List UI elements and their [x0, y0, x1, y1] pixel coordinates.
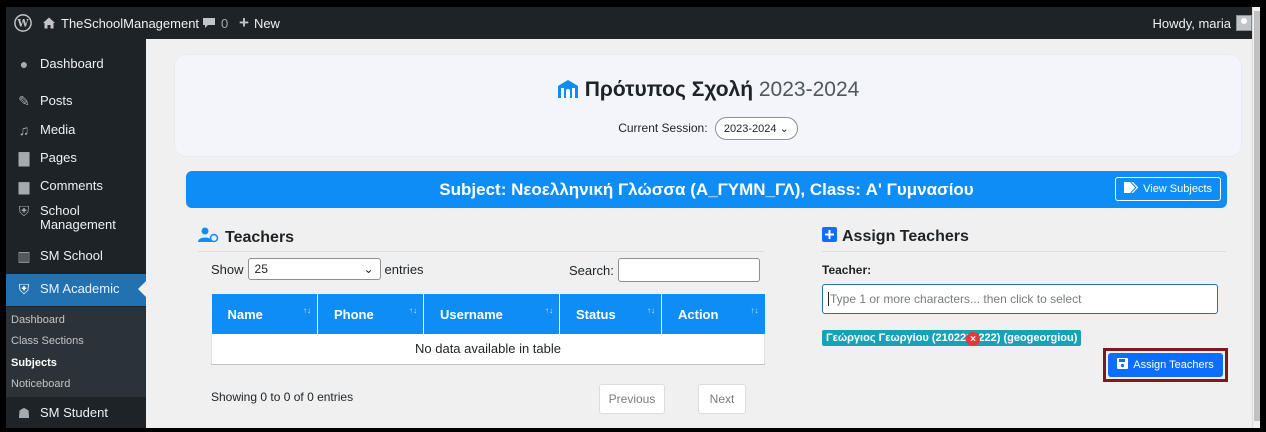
sidebar-item-pages[interactable]: ▇ Pages — [6, 148, 146, 172]
comments-count: 0 — [221, 15, 229, 31]
table-info: Showing 0 to 0 of 0 entries — [211, 390, 354, 404]
scrollbar-thumb[interactable] — [1254, 11, 1260, 421]
sidebar-item-media[interactable]: ♫ Media — [6, 120, 146, 144]
submenu-item-subjects[interactable]: Subjects — [11, 357, 57, 369]
tags-icon — [1124, 181, 1139, 196]
view-subjects-button[interactable]: View Subjects — [1115, 177, 1221, 201]
session-select[interactable]: 2023-2024 ⌄ — [714, 117, 798, 140]
comments-icon: ▆ — [18, 177, 30, 194]
browser-frame: W TheSchoolManagement 0 + New Howdy, mar… — [6, 7, 1260, 428]
page-scrollbar[interactable] — [1252, 7, 1260, 428]
graduation-cap-icon: ⛨ — [18, 280, 30, 297]
column-header-phone[interactable]: Phone ↑↓ — [317, 294, 424, 334]
column-header-action[interactable]: Action ↑↓ — [661, 294, 765, 334]
teachers-heading: Teachers — [198, 227, 294, 248]
submenu-item-noticeboard[interactable]: Noticeboard — [11, 378, 70, 390]
sidebar-submenu: Dashboard Class Sections Subjects Notice… — [6, 307, 146, 397]
sort-icon: ↑↓ — [409, 306, 417, 315]
text-caret — [828, 292, 829, 306]
school-icon: ⛨ — [18, 202, 30, 219]
entries-select[interactable]: 25 ⌄ — [247, 258, 381, 280]
sidebar-item-posts[interactable]: ✎ Posts — [6, 91, 146, 115]
students-icon: ☗ — [17, 404, 31, 421]
session-row: Current Session: 2023-2024 ⌄ — [175, 117, 1241, 140]
teachers-table: Name ↑↓ Phone ↑↓ Username ↑↓ Status ↑↓ Actio… — [211, 294, 765, 365]
plus-square-icon — [822, 227, 837, 247]
next-page-button[interactable]: Next — [698, 384, 746, 414]
divider — [198, 251, 764, 252]
school-name: Πρότυπος Σχολή — [584, 78, 754, 101]
entries-length-control: Show 25 ⌄ entries — [211, 258, 424, 280]
teacher-input-placeholder: Type 1 or more characters... then click … — [830, 292, 1082, 306]
assign-teachers-button[interactable]: Assign Teachers — [1108, 353, 1223, 377]
wordpress-logo-icon[interactable]: W — [14, 7, 32, 39]
column-header-name[interactable]: Name ↑↓ — [211, 294, 318, 334]
chevron-down-icon: ⌄ — [779, 123, 789, 135]
table-search: Search: — [569, 258, 760, 282]
new-content-link[interactable]: + New — [239, 7, 280, 39]
home-icon — [42, 16, 56, 30]
site-name: TheSchoolManagement — [61, 15, 200, 31]
school-year: 2023-2024 — [758, 78, 860, 101]
school-title: Πρότυπος Σχολή 2023-2024 — [175, 78, 1241, 105]
sort-icon: ↑↓ — [647, 306, 655, 315]
school-building-icon — [557, 79, 579, 105]
dashboard-icon: ● — [19, 56, 29, 72]
assign-teachers-heading: Assign Teachers — [822, 227, 969, 247]
column-header-username[interactable]: Username ↑↓ — [423, 294, 560, 334]
subject-bar: Subject: Νεοελληνική Γλώσσα (Α_ΓΥΜΝ_ΓΛ),… — [186, 171, 1227, 208]
submenu-item-dashboard[interactable]: Dashboard — [11, 314, 65, 326]
new-label: New — [253, 15, 280, 31]
table-row: No data available in table — [211, 334, 765, 365]
subject-title: Subject: Νεοελληνική Γλώσσα (Α_ΓΥΜΝ_ΓΛ),… — [439, 180, 974, 199]
session-label: Current Session: — [618, 121, 708, 135]
site-home-link[interactable]: TheSchoolManagement — [42, 7, 199, 39]
teacher-search-input[interactable]: Type 1 or more characters... then click … — [822, 284, 1218, 314]
sort-icon: ↑↓ — [545, 306, 553, 315]
submenu-item-class-sections[interactable]: Class Sections — [11, 335, 84, 347]
svg-text:W: W — [16, 19, 29, 30]
avatar — [1236, 15, 1252, 31]
chevron-down-icon: ⌄ — [363, 262, 374, 276]
comment-bubble-icon — [202, 16, 216, 30]
howdy-text: Howdy, maria — [1152, 15, 1231, 31]
sort-icon: ↑↓ — [303, 306, 311, 315]
teacher-label: Teacher: — [822, 263, 872, 277]
column-header-status[interactable]: Status ↑↓ — [559, 294, 662, 334]
divider — [822, 251, 1226, 252]
admin-bar: W TheSchoolManagement 0 + New Howdy, mar… — [6, 7, 1260, 39]
search-input[interactable] — [617, 258, 760, 282]
save-icon — [1117, 358, 1129, 372]
users-icon — [198, 227, 220, 248]
selected-teacher-chip: Γεώργιος Γεωργίου (2102222222) (geogeorg… — [822, 330, 1082, 346]
pin-icon: ✎ — [18, 92, 30, 109]
sidebar-item-sm-academic[interactable]: ⛨ SM Academic — [6, 274, 146, 306]
comments-link[interactable]: 0 — [202, 7, 228, 39]
sidebar-item-sm-school[interactable]: ▥ SM School — [6, 246, 146, 270]
user-account-menu[interactable]: Howdy, maria — [1152, 7, 1252, 39]
sidebar-item-sm-student[interactable]: ☗ SM Student — [6, 403, 146, 427]
plus-icon: + — [239, 13, 249, 32]
school-header-card: Πρότυπος Σχολή 2023-2024 Current Session… — [174, 54, 1242, 157]
empty-table-message: No data available in table — [211, 334, 765, 365]
sidebar-item-school-management[interactable]: ⛨ School Management — [6, 201, 146, 241]
remove-teacher-button[interactable]: × — [966, 332, 980, 346]
sidebar-item-comments[interactable]: ▆ Comments — [6, 176, 146, 200]
previous-page-button[interactable]: Previous — [599, 384, 665, 414]
sidebar-item-dashboard[interactable]: ● Dashboard — [6, 54, 146, 78]
admin-sidebar: ● Dashboard ✎ Posts ♫ Media ▇ Pages ▆ Co… — [6, 39, 146, 428]
media-icon: ♫ — [18, 122, 30, 138]
sort-icon: ↑↓ — [750, 306, 759, 315]
building-icon: ▥ — [17, 247, 31, 264]
pages-icon: ▇ — [18, 149, 30, 166]
